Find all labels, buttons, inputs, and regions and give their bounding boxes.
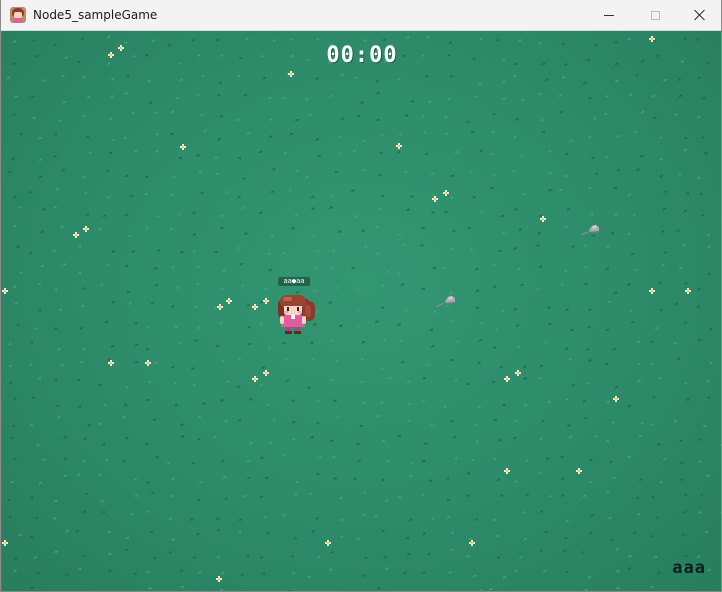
flower — [540, 216, 546, 222]
window-title: Node5_sampleGame — [33, 8, 158, 22]
flower — [108, 52, 114, 58]
rock-2[interactable] — [435, 296, 455, 308]
flower — [73, 232, 79, 238]
flower — [263, 298, 269, 304]
game-canvas[interactable]: 00:00 aa●aa aaa — [2, 31, 721, 591]
flower — [576, 468, 582, 474]
flower — [252, 376, 258, 382]
flower — [118, 45, 124, 51]
flower — [515, 370, 521, 376]
flower — [649, 36, 655, 42]
close-button[interactable] — [677, 0, 721, 30]
flower — [396, 143, 402, 149]
flower — [2, 540, 8, 546]
flower — [263, 370, 269, 376]
close-icon — [694, 9, 706, 21]
flower — [83, 226, 89, 232]
flower — [469, 540, 475, 546]
flower — [217, 304, 223, 310]
game-window: Node5_sampleGame 00:00 aa●aa aaa — [0, 0, 722, 592]
player-character[interactable] — [272, 289, 318, 335]
flower — [108, 360, 114, 366]
flower — [649, 288, 655, 294]
field-objects — [2, 36, 691, 582]
flower — [504, 376, 510, 382]
minimize-button[interactable] — [586, 0, 632, 30]
flower — [325, 540, 331, 546]
flower — [288, 71, 294, 77]
game-timer: 00:00 — [326, 43, 398, 68]
maximize-button[interactable] — [632, 0, 678, 30]
flower — [504, 468, 510, 474]
flower — [180, 144, 186, 150]
app-icon — [10, 7, 26, 23]
minimize-icon — [604, 14, 614, 16]
player-name-tag: aa●aa — [278, 277, 310, 286]
flower — [226, 298, 232, 304]
flower — [685, 288, 691, 294]
username-label: aaa — [672, 558, 706, 578]
maximize-icon — [650, 10, 660, 20]
flower — [443, 190, 449, 196]
flower — [145, 360, 151, 366]
flowers-group — [2, 36, 691, 582]
title-bar[interactable]: Node5_sampleGame — [1, 0, 721, 31]
flower — [613, 396, 619, 402]
rock-1[interactable] — [580, 225, 599, 236]
flower — [216, 576, 222, 582]
flower — [252, 304, 258, 310]
flower — [432, 196, 438, 202]
flower — [2, 288, 8, 294]
